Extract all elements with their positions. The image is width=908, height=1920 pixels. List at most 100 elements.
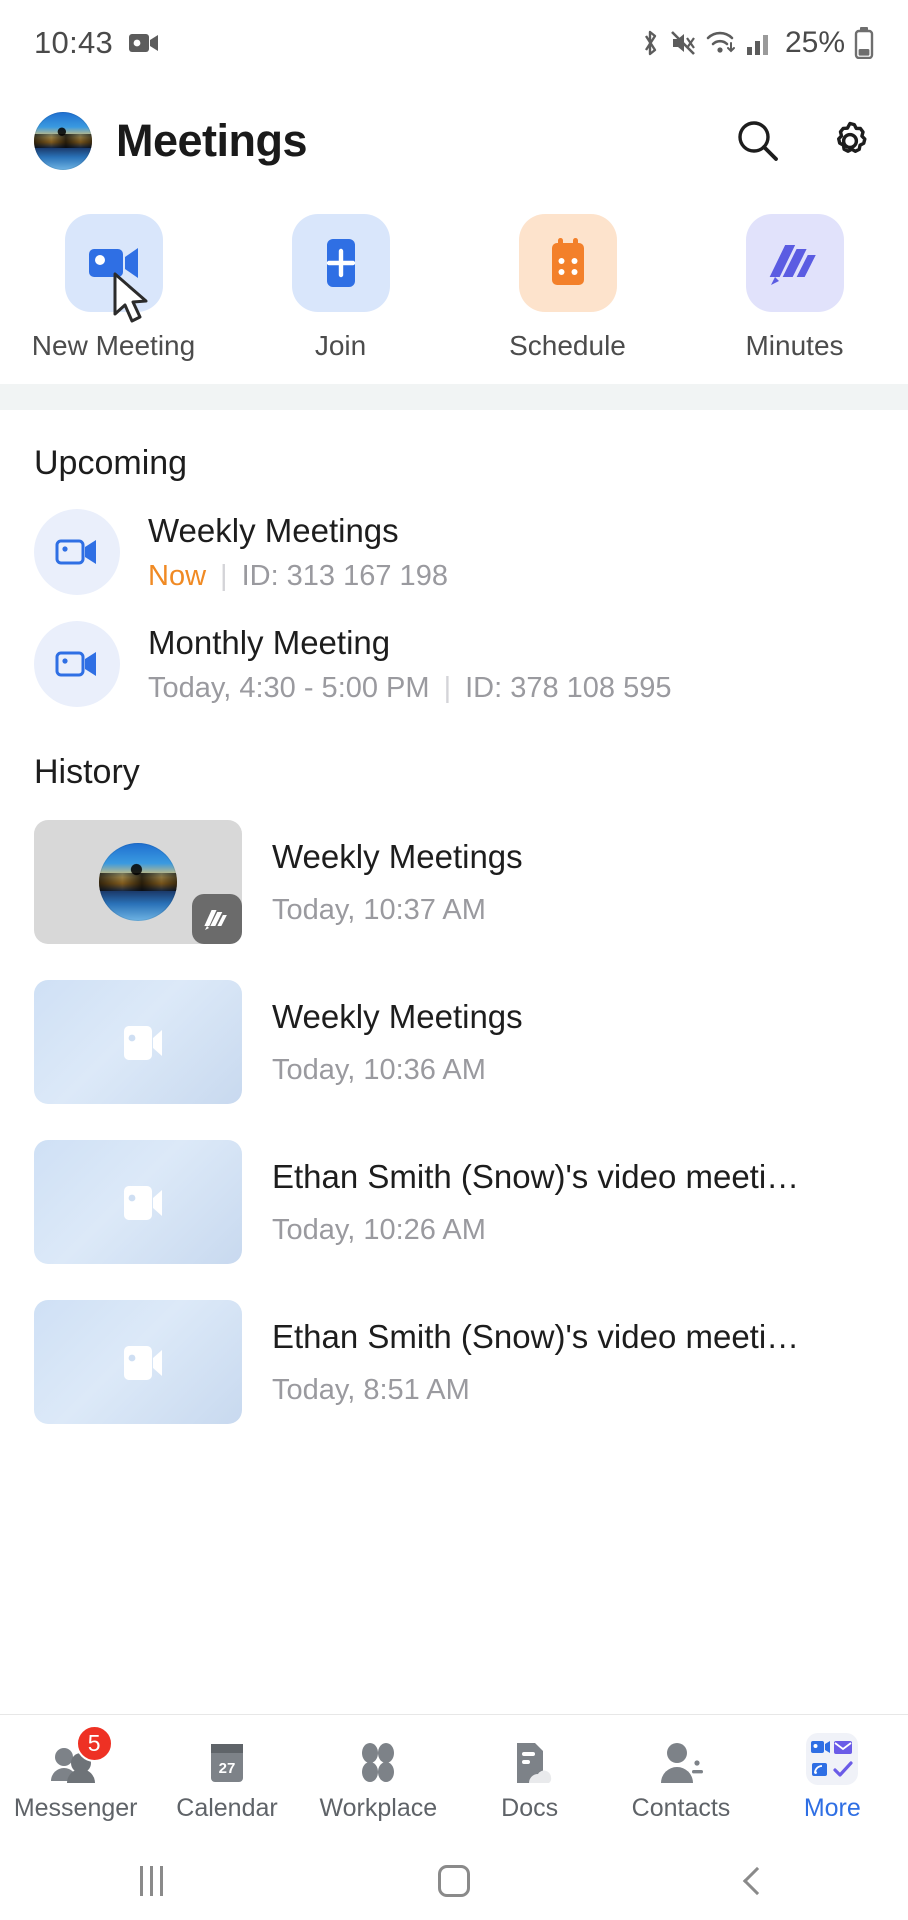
messenger-badge: 5	[75, 1724, 113, 1762]
status-time: 10:43	[34, 25, 114, 60]
header-actions	[734, 117, 874, 165]
svg-text:27: 27	[219, 1760, 236, 1777]
avatar-thumbnail	[34, 820, 242, 944]
upcoming-section-title: Upcoming	[34, 444, 188, 482]
nav-item-contacts[interactable]: Contacts	[605, 1735, 756, 1823]
upcoming-item[interactable]: Weekly Meetings Now | ID: 313 167 198	[0, 483, 908, 595]
battery-icon	[854, 27, 874, 60]
minutes-icon	[767, 239, 823, 287]
list-item-text: Ethan Smith (Snow)'s video meeti… Today,…	[272, 1318, 799, 1407]
search-icon[interactable]	[734, 117, 782, 165]
section-divider-band	[0, 384, 908, 410]
quick-actions: New Meeting Join Schedule Minutes	[0, 196, 908, 384]
plus-square-icon	[318, 237, 364, 289]
list-item-text: Ethan Smith (Snow)'s video meeti… Today,…	[272, 1158, 799, 1247]
meta-separator: |	[443, 671, 452, 704]
video-thumbnail	[34, 1300, 242, 1424]
nav-label: Docs	[501, 1793, 559, 1822]
meeting-name: Weekly Meetings	[272, 837, 523, 875]
workplace-icon	[355, 1735, 401, 1785]
meeting-time: Today, 8:51 AM	[272, 1373, 470, 1406]
battery-percent: 25%	[784, 26, 845, 59]
more-tile	[806, 1732, 859, 1785]
minutes-tile[interactable]	[745, 214, 844, 312]
meeting-meta: Today, 4:30 - 5:00 PM | ID: 378 108 595	[148, 672, 672, 705]
calendar-icon: 27	[204, 1735, 250, 1785]
avatar[interactable]	[34, 112, 92, 170]
meeting-id: ID: 378 108 595	[465, 671, 672, 704]
nav-label: Messenger	[13, 1793, 138, 1822]
nav-item-messenger[interactable]: 5 Messenger	[0, 1724, 151, 1823]
schedule-tile[interactable]	[518, 214, 617, 312]
gear-icon[interactable]	[826, 117, 874, 165]
list-item-text: Weekly Meetings Today, 10:37 AM	[272, 838, 523, 927]
bluetooth-icon	[639, 28, 661, 58]
contacts-icon	[658, 1735, 704, 1785]
quick-action-label: Join	[314, 330, 367, 361]
signal-icon	[746, 30, 772, 56]
upcoming-item-text: Monthly Meeting Today, 4:30 - 5:00 PM | …	[148, 624, 672, 705]
meeting-name: Weekly Meetings	[148, 511, 399, 549]
meeting-id: ID: 313 167 198	[241, 559, 448, 592]
system-navigation-bar	[0, 1842, 908, 1920]
join-tile[interactable]	[291, 214, 390, 312]
meeting-time: Today, 10:37 AM	[272, 893, 486, 926]
docs-icon	[507, 1735, 553, 1785]
meeting-name: Ethan Smith (Snow)'s video meeti…	[272, 1157, 800, 1195]
meeting-status: Today, 4:30 - 5:00 PM	[148, 671, 430, 704]
list-item[interactable]: Weekly Meetings Today, 10:37 AM	[0, 802, 908, 962]
history-section-title: History	[34, 753, 140, 791]
video-record-icon	[129, 32, 159, 54]
quick-action-label: New Meeting	[31, 330, 196, 361]
header-left: Meetings	[34, 112, 308, 170]
quick-action-join[interactable]: Join	[227, 214, 454, 362]
nav-label: More	[803, 1793, 861, 1822]
meeting-meta: Now | ID: 313 167 198	[148, 560, 448, 593]
phone-screen: 10:43 25% Meetings New Meeting Join Sche…	[0, 0, 908, 1920]
quick-action-label: Schedule	[509, 330, 626, 361]
video-camera-icon	[811, 1741, 831, 1753]
feed-icon	[812, 1763, 828, 1776]
minutes-badge	[192, 894, 242, 944]
video-thumbnail	[34, 1140, 242, 1264]
quick-action-schedule[interactable]: Schedule	[454, 214, 681, 362]
messenger-icon: 5	[48, 1724, 113, 1785]
wifi-icon	[705, 29, 737, 57]
nav-item-docs[interactable]: Docs	[454, 1735, 605, 1823]
list-item[interactable]: Ethan Smith (Snow)'s video meeti… Today,…	[0, 1122, 908, 1282]
more-grid-icon	[806, 1732, 859, 1785]
nav-item-workplace[interactable]: Workplace	[303, 1735, 454, 1823]
back-icon[interactable]	[697, 1866, 817, 1896]
home-icon[interactable]	[394, 1865, 514, 1897]
meeting-name: Monthly Meeting	[148, 623, 391, 661]
check-icon	[833, 1761, 853, 1777]
meeting-status: Now	[148, 559, 207, 592]
nav-label: Workplace	[319, 1793, 438, 1822]
meeting-name: Weekly Meetings	[272, 997, 523, 1035]
status-bar: 10:43 25%	[0, 0, 908, 86]
video-camera-icon	[34, 509, 120, 595]
list-item[interactable]: Weekly Meetings Today, 10:36 AM	[0, 962, 908, 1122]
list-item[interactable]: Ethan Smith (Snow)'s video meeti… Today,…	[0, 1282, 908, 1442]
nav-item-calendar[interactable]: 27 Calendar	[151, 1735, 302, 1823]
calendar-icon	[545, 237, 591, 289]
list-item-text: Weekly Meetings Today, 10:36 AM	[272, 998, 523, 1087]
quick-action-minutes[interactable]: Minutes	[681, 214, 908, 362]
recents-icon[interactable]	[91, 1866, 211, 1896]
video-thumbnail	[34, 980, 242, 1104]
video-camera-icon	[34, 621, 120, 707]
nav-item-more[interactable]: More	[757, 1732, 908, 1823]
app-header: Meetings	[0, 86, 908, 196]
page-title: Meetings	[116, 115, 308, 166]
meta-separator: |	[220, 559, 228, 592]
history-list: Weekly Meetings Today, 10:37 AM Weekly M…	[0, 802, 908, 1442]
upcoming-item[interactable]: Monthly Meeting Today, 4:30 - 5:00 PM | …	[0, 595, 908, 707]
status-bar-right: 25%	[639, 26, 874, 60]
nav-label: Calendar	[176, 1793, 278, 1822]
meeting-name: Ethan Smith (Snow)'s video meeti…	[272, 1317, 800, 1355]
meeting-time: Today, 10:36 AM	[272, 1053, 486, 1086]
quick-action-label: Minutes	[745, 330, 844, 361]
bottom-navigation: 5 Messenger 27 Calendar Workplace Docs C…	[0, 1714, 908, 1842]
status-bar-left: 10:43	[34, 25, 159, 61]
upcoming-item-text: Weekly Meetings Now | ID: 313 167 198	[148, 512, 448, 593]
